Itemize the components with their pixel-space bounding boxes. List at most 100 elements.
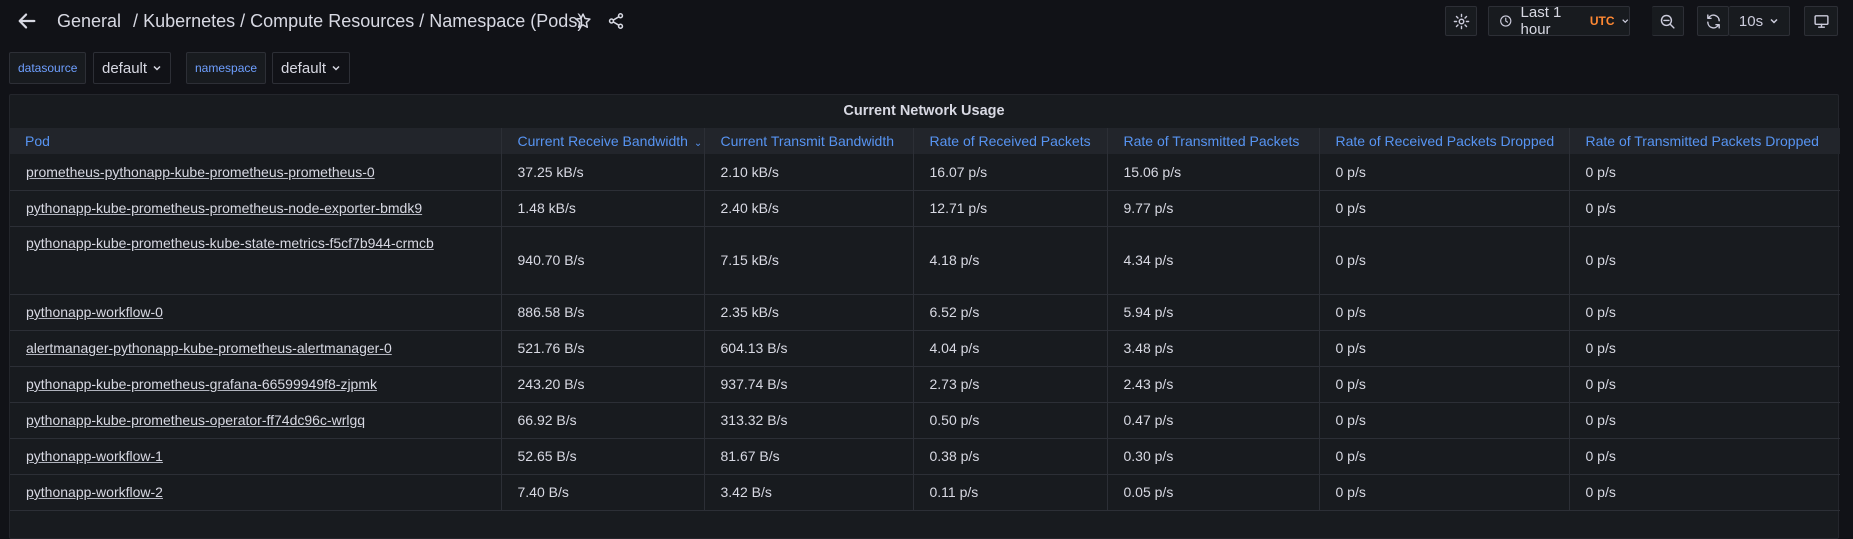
share-icon: [608, 13, 624, 29]
refresh-interval-picker[interactable]: 10s: [1729, 6, 1790, 36]
column-header-receive-bandwidth[interactable]: Current Receive Bandwidth ⌄: [501, 128, 705, 154]
table-cell: 9.77 p/s: [1107, 190, 1320, 226]
chevron-down-icon: [1770, 18, 1778, 24]
table-cell: 0 p/s: [1319, 474, 1570, 510]
column-header-transmitted-dropped[interactable]: Rate of Transmitted Packets Dropped: [1569, 128, 1840, 154]
column-header-received-dropped[interactable]: Rate of Received Packets Dropped: [1319, 128, 1570, 154]
table-row: prometheus-pythonapp-kube-prometheus-pro…: [10, 154, 1840, 190]
pod-link[interactable]: pythonapp-workflow-2: [26, 484, 163, 500]
star-icon: [575, 13, 591, 28]
breadcrumb-separator: /: [419, 10, 425, 31]
table-cell: 4.04 p/s: [913, 330, 1108, 366]
table-cell: 0.30 p/s: [1107, 438, 1320, 474]
table-cell: 0 p/s: [1585, 412, 1616, 428]
pod-link[interactable]: pythonapp-kube-prometheus-grafana-665999…: [26, 376, 377, 392]
table-row: pythonapp-kube-prometheus-kube-state-met…: [10, 226, 1840, 294]
table-cell: 16.07 p/s: [913, 154, 1108, 190]
network-usage-table: Pod Current Receive Bandwidth ⌄ Current T…: [10, 128, 1840, 511]
table-cell: 3.42 B/s: [704, 474, 914, 510]
dashboard-settings-button[interactable]: [1445, 6, 1477, 36]
table-cell: 886.58 B/s: [501, 294, 705, 330]
pod-link[interactable]: pythonapp-kube-prometheus-kube-state-met…: [26, 235, 434, 251]
table-row: pythonapp-kube-prometheus-grafana-665999…: [10, 366, 1840, 402]
namespace-select[interactable]: default: [272, 52, 351, 84]
table-cell: 604.13 B/s: [704, 330, 914, 366]
back-button[interactable]: [14, 8, 40, 34]
pod-link[interactable]: pythonapp-kube-prometheus-prometheus-nod…: [26, 200, 422, 216]
tv-mode-button[interactable]: [1804, 6, 1838, 36]
table-cell: 3.48 p/s: [1107, 330, 1320, 366]
zoom-out-button[interactable]: [1652, 6, 1684, 36]
table-cell: 0.11 p/s: [913, 474, 1108, 510]
datasource-select[interactable]: default: [93, 52, 172, 84]
pod-link[interactable]: alertmanager-pythonapp-kube-prometheus-a…: [26, 340, 392, 356]
table-cell: 2.10 kB/s: [704, 154, 914, 190]
breadcrumb-kubernetes[interactable]: Kubernetes: [143, 11, 235, 32]
table-row: pythonapp-kube-prometheus-operator-ff74d…: [10, 402, 1840, 438]
pod-link[interactable]: pythonapp-workflow-1: [26, 448, 163, 464]
table-cell: 15.06 p/s: [1107, 154, 1320, 190]
table-cell: 2.73 p/s: [913, 366, 1108, 402]
column-header-transmitted-packets[interactable]: Rate of Transmitted Packets: [1107, 128, 1320, 154]
top-navbar: General / Kubernetes / Compute Resources…: [0, 0, 1853, 42]
table-cell: 0.05 p/s: [1107, 474, 1320, 510]
chevron-down-icon: [153, 65, 161, 71]
table-cell: 0 p/s: [1319, 154, 1570, 190]
table-cell: 0 p/s: [1319, 330, 1570, 366]
network-usage-panel: Current Network Usage Pod Current Receiv…: [9, 94, 1840, 539]
table-cell: 0 p/s: [1585, 448, 1616, 464]
table-cell: 7.40 B/s: [501, 474, 705, 510]
table-cell: 5.94 p/s: [1107, 294, 1320, 330]
table-cell: 0 p/s: [1319, 402, 1570, 438]
table-cell: 0.47 p/s: [1107, 402, 1320, 438]
table-cell: 4.18 p/s: [913, 226, 1108, 294]
breadcrumb: General / Kubernetes / Compute Resources…: [57, 10, 583, 32]
table-cell: 4.34 p/s: [1107, 226, 1320, 294]
table-header-row: Pod Current Receive Bandwidth ⌄ Current T…: [10, 128, 1840, 154]
table-cell: 6.52 p/s: [913, 294, 1108, 330]
table-cell: 1.48 kB/s: [501, 190, 705, 226]
table-cell: 0 p/s: [1319, 226, 1570, 294]
table-row: pythonapp-kube-prometheus-prometheus-nod…: [10, 190, 1840, 226]
refresh-button[interactable]: [1697, 6, 1729, 36]
column-header-pod[interactable]: Pod: [10, 128, 502, 154]
column-header-transmit-bandwidth[interactable]: Current Transmit Bandwidth: [704, 128, 914, 154]
breadcrumb-general[interactable]: General: [57, 11, 121, 32]
table-cell: 0 p/s: [1319, 438, 1570, 474]
table-cell: 2.35 kB/s: [704, 294, 914, 330]
timezone-badge: UTC: [1589, 14, 1615, 28]
table-cell: 0 p/s: [1585, 200, 1616, 216]
panel-title[interactable]: Current Network Usage: [10, 95, 1838, 127]
table-cell: 7.15 kB/s: [704, 226, 914, 294]
table-cell: 52.65 B/s: [501, 438, 705, 474]
pod-link[interactable]: pythonapp-kube-prometheus-operator-ff74d…: [26, 412, 365, 428]
table-row: pythonapp-workflow-2 7.40 B/s 3.42 B/s 0…: [10, 474, 1840, 510]
page-title[interactable]: Namespace (Pods): [429, 11, 583, 32]
star-button[interactable]: [572, 10, 594, 32]
breadcrumb-separator: /: [133, 10, 139, 31]
table-cell: 521.76 B/s: [501, 330, 705, 366]
table-cell: 313.32 B/s: [704, 402, 914, 438]
pod-link[interactable]: pythonapp-workflow-0: [26, 304, 163, 320]
table-cell: 0 p/s: [1319, 294, 1570, 330]
variable-label-namespace: namespace: [186, 52, 267, 84]
datasource-select-value: default: [102, 59, 148, 77]
time-range-picker[interactable]: Last 1 hour UTC: [1488, 4, 1630, 38]
monitor-icon: [1813, 14, 1829, 28]
table-cell: 0 p/s: [1319, 190, 1570, 226]
chevron-down-icon: [1621, 19, 1628, 24]
table-row: pythonapp-workflow-0 886.58 B/s 2.35 kB/…: [10, 294, 1840, 330]
table-cell: 12.71 p/s: [913, 190, 1108, 226]
table-cell: 0 p/s: [1585, 340, 1616, 356]
gear-icon: [1453, 13, 1469, 29]
column-header-received-packets[interactable]: Rate of Received Packets: [913, 128, 1108, 154]
share-button[interactable]: [605, 10, 627, 32]
table-cell: 0 p/s: [1585, 484, 1616, 500]
table-cell: 66.92 B/s: [501, 402, 705, 438]
pod-link[interactable]: prometheus-pythonapp-kube-prometheus-pro…: [26, 164, 375, 180]
chevron-down-icon: [332, 65, 340, 71]
table-cell: 2.40 kB/s: [704, 190, 914, 226]
sort-desc-icon: ⌄: [693, 138, 703, 149]
table-cell: 0 p/s: [1585, 304, 1616, 320]
breadcrumb-compute-resources[interactable]: Compute Resources: [250, 11, 414, 32]
